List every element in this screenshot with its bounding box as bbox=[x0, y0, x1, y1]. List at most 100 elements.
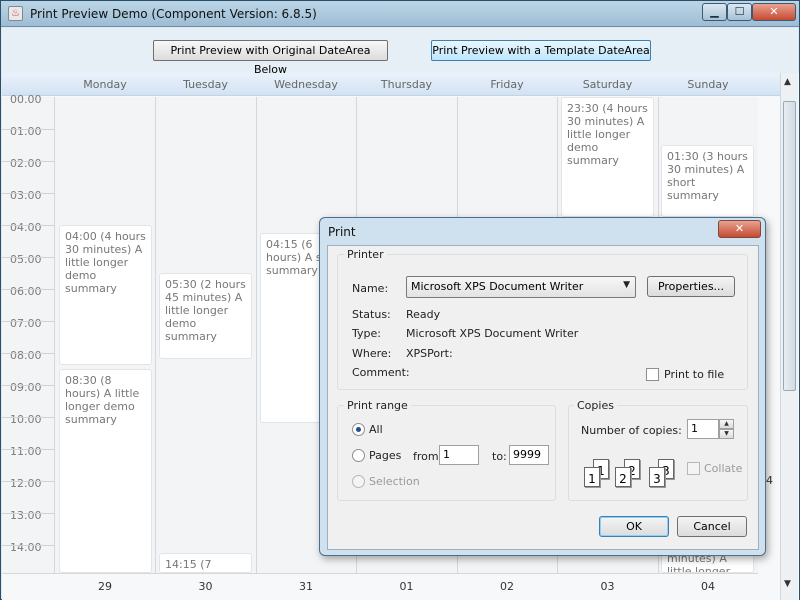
calendar-event[interactable]: 01:30 (3 hours 30 minutes) A short summa… bbox=[661, 145, 754, 217]
day-header-tuesday: Tuesday bbox=[183, 78, 228, 91]
collate-page-icon: 3 bbox=[649, 467, 665, 487]
print-preview-template-button[interactable]: Print Preview with a Template DateArea bbox=[431, 40, 651, 61]
print-to-file-checkbox[interactable] bbox=[646, 368, 659, 381]
day-header-sunday: Sunday bbox=[687, 78, 729, 91]
printer-legend: Printer bbox=[344, 248, 387, 261]
hour-tick bbox=[2, 161, 54, 162]
to-label: to: bbox=[492, 450, 507, 463]
printer-name-value: Microsoft XPS Document Writer bbox=[411, 280, 584, 293]
type-value: Microsoft XPS Document Writer bbox=[406, 327, 579, 340]
hour-tick bbox=[2, 257, 54, 258]
close-icon[interactable]: ✕ bbox=[752, 3, 796, 21]
range-all-radio[interactable] bbox=[352, 423, 365, 436]
status-label: Status: bbox=[352, 308, 391, 321]
hour-tick bbox=[2, 481, 54, 482]
date-footer-row: 29 30 31 01 02 03 04 bbox=[2, 573, 758, 600]
time-label: 09.00 bbox=[10, 381, 42, 394]
from-label: from: bbox=[413, 450, 443, 463]
maximize-icon[interactable]: ☐ bbox=[727, 3, 752, 21]
calendar-event[interactable]: 04:00 (4 hours 30 minutes) A little long… bbox=[59, 225, 152, 365]
printer-name-select[interactable]: Microsoft XPS Document Writer ▼ bbox=[406, 276, 636, 298]
type-label: Type: bbox=[352, 327, 381, 340]
dialog-close-icon[interactable]: ✕ bbox=[718, 220, 761, 238]
range-pages-radio[interactable] bbox=[352, 449, 365, 462]
print-dialog: Print ✕ Printer Name: Microsoft XPS Docu… bbox=[319, 217, 766, 556]
hour-tick bbox=[2, 129, 54, 130]
date-label: 31 bbox=[299, 580, 313, 593]
scroll-down-icon[interactable]: ▼ bbox=[784, 579, 791, 589]
date-label: 04 bbox=[701, 580, 715, 593]
properties-button[interactable]: Properties... bbox=[647, 276, 735, 297]
time-label: 06.00 bbox=[10, 285, 42, 298]
day-header-wednesday: Wednesday bbox=[274, 78, 338, 91]
range-all-label[interactable]: All bbox=[369, 423, 383, 436]
time-label: 12.00 bbox=[10, 477, 42, 490]
time-label: 10.00 bbox=[10, 413, 42, 426]
date-label: 03 bbox=[600, 580, 615, 593]
range-pages-label[interactable]: Pages bbox=[369, 449, 401, 462]
comment-label: Comment: bbox=[352, 366, 410, 379]
chevron-down-icon: ▼ bbox=[623, 280, 630, 290]
where-value: XPSPort: bbox=[406, 347, 453, 360]
hour-tick bbox=[2, 449, 54, 450]
day-header-friday: Friday bbox=[490, 78, 524, 91]
calendar-event[interactable]: 08:30 (8 hours) A little longer demo sum… bbox=[59, 369, 152, 573]
spin-up-icon[interactable]: ▲ bbox=[719, 419, 734, 429]
date-label: 29 bbox=[98, 580, 112, 593]
from-input[interactable]: 1 bbox=[439, 445, 479, 465]
time-label: 02.00 bbox=[10, 157, 42, 170]
time-label: 14.00 bbox=[10, 541, 42, 554]
time-label: 03.00 bbox=[10, 189, 42, 202]
collate-label[interactable]: Collate bbox=[704, 462, 742, 475]
calendar-event[interactable]: 23:30 (4 hours 30 minutes) A little long… bbox=[561, 97, 654, 217]
to-input[interactable]: 9999 bbox=[509, 445, 549, 465]
spin-down-icon[interactable]: ▼ bbox=[719, 429, 734, 439]
where-label: Where: bbox=[352, 347, 392, 360]
print-to-file-label[interactable]: Print to file bbox=[664, 368, 724, 381]
time-label: 01.00 bbox=[10, 125, 42, 138]
copies-legend: Copies bbox=[574, 399, 617, 412]
day-header-row: Monday Tuesday Wednesday Thursday Friday… bbox=[2, 73, 780, 96]
time-label: 11.00 bbox=[10, 445, 42, 458]
cancel-button[interactable]: Cancel bbox=[677, 516, 747, 537]
range-selection-label[interactable]: Selection bbox=[369, 475, 420, 488]
dialog-body: Printer Name: Microsoft XPS Document Wri… bbox=[327, 245, 759, 550]
print-preview-original-button[interactable]: Print Preview with Original DateArea Bel… bbox=[153, 40, 388, 76]
calendar-event[interactable]: 05:30 (2 hours 45 minutes) A little long… bbox=[159, 273, 252, 359]
partial-date-number: 4 bbox=[766, 474, 773, 487]
print-range-legend: Print range bbox=[344, 399, 411, 412]
day-header-saturday: Saturday bbox=[582, 78, 633, 91]
scroll-up-icon[interactable]: ▲ bbox=[784, 77, 791, 87]
collate-page-icon: 2 bbox=[615, 467, 631, 487]
title-bar[interactable]: ♨ Print Preview Demo (Component Version:… bbox=[1, 1, 799, 27]
column-divider bbox=[256, 97, 257, 573]
day-header-monday: Monday bbox=[83, 78, 127, 91]
column-divider bbox=[155, 97, 156, 573]
hour-tick bbox=[2, 289, 54, 290]
scroll-thumb[interactable] bbox=[783, 101, 796, 391]
time-label: 04.00 bbox=[10, 221, 42, 234]
day-header-thursday: Thursday bbox=[380, 78, 433, 91]
range-selection-radio[interactable] bbox=[352, 475, 365, 488]
column-divider bbox=[54, 97, 55, 573]
toolbar: Print Preview with Original DateArea Bel… bbox=[2, 28, 798, 76]
hour-tick bbox=[2, 193, 54, 194]
hour-tick bbox=[2, 353, 54, 354]
collate-checkbox[interactable] bbox=[687, 462, 700, 475]
copies-input[interactable]: 1 bbox=[687, 419, 719, 439]
calendar-event[interactable]: 14:15 (7 hours) A bbox=[159, 553, 252, 573]
hour-tick bbox=[2, 225, 54, 226]
dialog-title: Print bbox=[328, 225, 356, 239]
minimize-icon[interactable]: ▁ bbox=[702, 3, 727, 21]
date-label: 01 bbox=[399, 580, 414, 593]
hour-tick bbox=[2, 513, 54, 514]
status-value: Ready bbox=[406, 308, 441, 321]
window-title: Print Preview Demo (Component Version: 6… bbox=[30, 7, 317, 21]
java-icon: ♨ bbox=[8, 6, 23, 21]
hour-tick bbox=[2, 417, 54, 418]
printer-name-label: Name: bbox=[352, 282, 389, 295]
hour-tick bbox=[2, 321, 54, 322]
time-label: 07.00 bbox=[10, 317, 42, 330]
ok-button[interactable]: OK bbox=[599, 516, 669, 537]
vertical-scrollbar[interactable]: ▲ ▼ bbox=[780, 73, 798, 600]
